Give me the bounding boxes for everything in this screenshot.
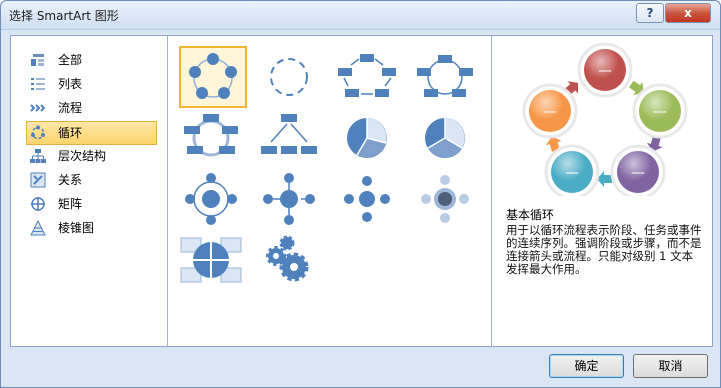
category-pyramid[interactable]: 棱锥图 bbox=[27, 217, 156, 239]
preview-title: 基本循环 bbox=[506, 208, 555, 222]
quadrant-cycle-icon bbox=[180, 237, 242, 283]
dialog-title: 选择 SmartArt 图形 bbox=[9, 9, 119, 23]
category-label: 矩阵 bbox=[58, 197, 83, 211]
cycle-node-label: — bbox=[631, 165, 645, 181]
layout-diverging-radial[interactable] bbox=[179, 170, 247, 232]
category-label: 流程 bbox=[58, 101, 83, 115]
radial-cluster-icon bbox=[344, 176, 390, 222]
radial-venn-icon bbox=[425, 118, 465, 158]
category-list: 全部 列表 流程 循环 层次结构 关系 矩阵 棱锥图 bbox=[11, 36, 168, 346]
radial-cycle-icon bbox=[261, 114, 317, 154]
relationship-icon bbox=[30, 172, 46, 188]
category-label: 循环 bbox=[58, 126, 83, 140]
close-button[interactable]: x bbox=[665, 3, 711, 23]
converging-radial-icon bbox=[421, 175, 469, 223]
segmented-cycle-icon bbox=[417, 55, 473, 97]
layout-radial-cycle[interactable] bbox=[257, 108, 325, 170]
layout-basic-cycle[interactable] bbox=[179, 46, 247, 108]
title-bar: 选择 SmartArt 图形 ? x bbox=[1, 1, 720, 30]
basic-cycle-preview: — — — — — bbox=[522, 42, 688, 200]
layout-segmented-cycle[interactable] bbox=[413, 46, 481, 108]
layout-radial-venn[interactable] bbox=[413, 108, 481, 170]
layout-gear[interactable] bbox=[257, 232, 325, 294]
process-icon bbox=[30, 104, 46, 112]
layout-block-cycle[interactable] bbox=[335, 46, 403, 108]
all-icon bbox=[31, 54, 44, 66]
cycle-node-label: — bbox=[653, 104, 667, 120]
help-button[interactable]: ? bbox=[636, 3, 664, 23]
layout-quadrant-cycle[interactable] bbox=[179, 232, 247, 294]
basic-cycle-icon bbox=[189, 53, 237, 99]
continuous-cycle-icon bbox=[184, 114, 238, 157]
layout-radial-cluster[interactable] bbox=[335, 170, 403, 232]
pyramid-icon bbox=[30, 220, 46, 236]
hierarchy-icon bbox=[30, 149, 46, 163]
cycle-matrix-icon bbox=[347, 118, 387, 158]
category-label: 全部 bbox=[58, 53, 83, 67]
cycle-node-label: — bbox=[543, 104, 557, 120]
category-relationship[interactable]: 关系 bbox=[27, 169, 156, 191]
cycle-node-label: — bbox=[565, 165, 579, 181]
text-cycle-icon bbox=[270, 58, 308, 96]
diverging-radial-icon bbox=[185, 173, 237, 225]
layout-text-cycle[interactable] bbox=[257, 46, 325, 108]
preview-description: 用于以循环流程表示阶段、任务或事件的连续序列。强调阶段或步骤，而不是连接箭头或流… bbox=[506, 223, 702, 276]
cancel-button[interactable]: 取消 bbox=[633, 354, 708, 378]
block-cycle-icon bbox=[338, 54, 396, 97]
category-cycle[interactable]: 循环 bbox=[26, 121, 157, 145]
layout-gallery bbox=[168, 36, 492, 346]
content-frame: 全部 列表 流程 循环 层次结构 关系 矩阵 棱锥图 — — — — — 基本循… bbox=[10, 35, 713, 347]
dialog-window: 选择 SmartArt 图形 ? x 全部 列表 流程 循环 层次结构 关系 矩… bbox=[0, 0, 721, 388]
category-process[interactable]: 流程 bbox=[27, 97, 156, 119]
radial-list-icon bbox=[263, 173, 315, 225]
layout-converging-radial[interactable] bbox=[413, 170, 481, 232]
layout-cycle-matrix[interactable] bbox=[335, 108, 403, 170]
preview-pane: — — — — — 基本循环 用于以循环流程表示阶段、任务或事件的连续序列。强调阶段或步… bbox=[492, 36, 712, 346]
list-icon bbox=[31, 78, 45, 90]
category-label: 层次结构 bbox=[58, 149, 107, 163]
category-label: 棱锥图 bbox=[58, 221, 95, 235]
category-label: 列表 bbox=[58, 77, 83, 91]
gear-icon bbox=[266, 235, 309, 282]
layout-continuous-cycle[interactable] bbox=[179, 108, 247, 170]
category-label: 关系 bbox=[58, 173, 83, 187]
category-hierarchy[interactable]: 层次结构 bbox=[27, 145, 156, 167]
cycle-node-label: — bbox=[598, 63, 612, 79]
matrix-icon bbox=[31, 197, 45, 211]
category-all[interactable]: 全部 bbox=[27, 49, 156, 71]
cycle-icon bbox=[31, 125, 45, 140]
ok-button[interactable]: 确定 bbox=[549, 354, 624, 378]
layout-radial-list[interactable] bbox=[257, 170, 325, 232]
category-matrix[interactable]: 矩阵 bbox=[27, 193, 156, 215]
category-list-item[interactable]: 列表 bbox=[27, 73, 156, 95]
